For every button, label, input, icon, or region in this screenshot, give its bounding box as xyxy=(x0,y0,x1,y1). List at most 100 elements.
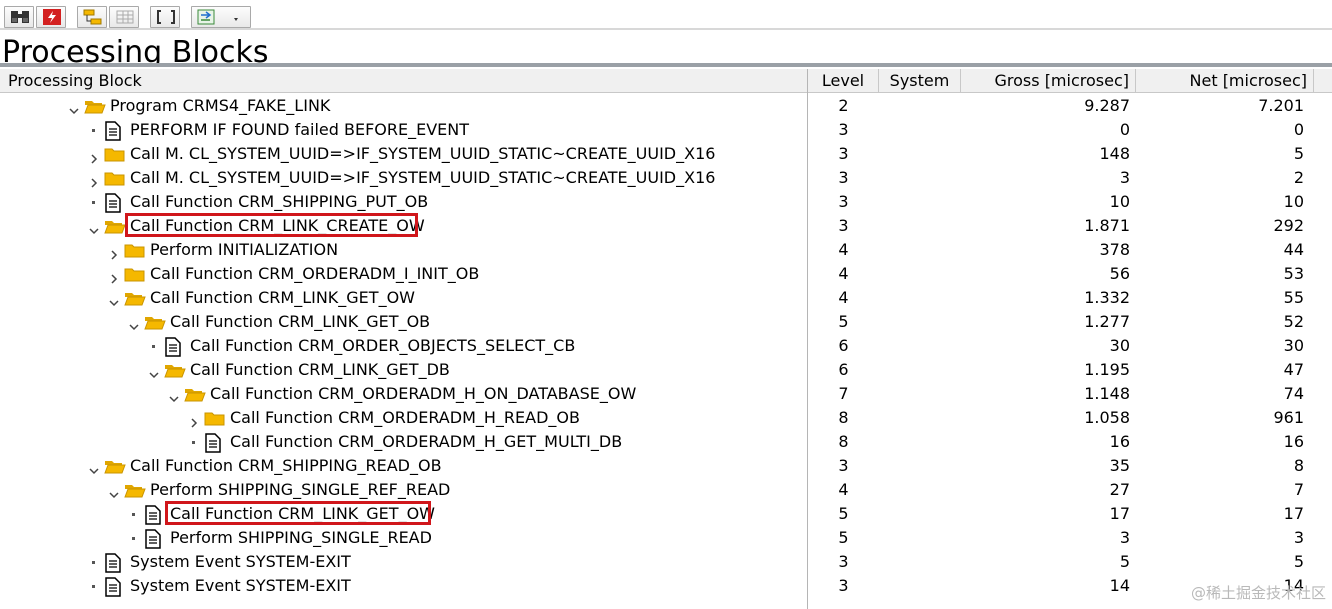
processing-block-label[interactable]: System Event SYSTEM-EXIT xyxy=(130,574,351,598)
processing-block-label[interactable]: System Event SYSTEM-EXIT xyxy=(130,550,351,574)
processing-block-label[interactable]: Call Function CRM_ORDERADM_I_INIT_OB xyxy=(150,262,479,286)
table-row[interactable]: Call Function CRM_LINK_GET_OW 5 17 17 xyxy=(0,501,1332,526)
net-cell: 5 xyxy=(1293,144,1304,163)
processing-block-label[interactable]: Call Function CRM_LINK_GET_OW xyxy=(170,502,435,526)
processing-block-label[interactable]: Call Function CRM_ORDERADM_H_READ_OB xyxy=(230,406,580,430)
processing-block-label[interactable]: Perform SHIPPING_SINGLE_READ xyxy=(170,526,432,550)
chevron-down-icon[interactable] xyxy=(129,317,139,331)
gross-cell: 9.287 xyxy=(1084,96,1130,115)
processing-block-label[interactable]: Call Function CRM_LINK_CREATE_OW xyxy=(130,214,425,238)
chevron-down-icon[interactable] xyxy=(69,101,79,115)
table-row[interactable]: Perform SHIPPING_SINGLE_READ 5 3 3 xyxy=(0,526,1332,550)
gross-cell: 148 xyxy=(1099,144,1130,163)
table-row[interactable]: Call Function CRM_LINK_CREATE_OW 3 1.871 29… xyxy=(0,213,1332,239)
chevron-right-icon[interactable] xyxy=(109,269,119,284)
delete-button[interactable] xyxy=(36,6,66,28)
page-title: Processing Blocks xyxy=(2,35,269,64)
column-header-level[interactable]: Level xyxy=(808,69,879,92)
grid-button[interactable] xyxy=(109,6,139,28)
processing-block-label[interactable]: Call Function CRM_SHIPPING_READ_OB xyxy=(130,454,442,478)
processing-block-label[interactable]: Call Function CRM_LINK_GET_OB xyxy=(170,310,430,334)
folder-open-icon xyxy=(124,289,146,311)
chevron-down-icon[interactable] xyxy=(89,461,99,475)
folder-icon xyxy=(104,169,126,191)
export-dropdown-icon xyxy=(197,9,238,25)
net-cell: 10 xyxy=(1283,192,1304,211)
table-row[interactable]: System Event SYSTEM-EXIT 3 14 14 xyxy=(0,574,1332,598)
processing-block-label[interactable]: Perform SHIPPING_SINGLE_REF_READ xyxy=(150,478,450,502)
gross-cell: 1.148 xyxy=(1084,384,1130,403)
table-row[interactable]: Call Function CRM_LINK_GET_OB 5 1.277 52 xyxy=(0,310,1332,334)
hierarchy-button[interactable] xyxy=(77,6,107,28)
level-cell: 8 xyxy=(838,408,849,427)
chevron-right-icon[interactable] xyxy=(109,245,119,260)
chevron-down-icon[interactable] xyxy=(109,293,119,307)
chevron-down-icon[interactable] xyxy=(89,221,99,235)
net-cell: 292 xyxy=(1273,216,1304,235)
table-row[interactable]: PERFORM IF FOUND failed BEFORE_EVENT 3 0 0 xyxy=(0,118,1332,142)
table-row[interactable]: Call Function CRM_LINK_GET_DB 6 1.195 47 xyxy=(0,358,1332,382)
processing-block-label[interactable]: Call M. CL_SYSTEM_UUID=>IF_SYSTEM_UUID_S… xyxy=(130,142,715,166)
table-row[interactable]: Call Function CRM_ORDERADM_I_INIT_OB 4 56 5… xyxy=(0,262,1332,286)
level-cell: 6 xyxy=(838,336,849,355)
table-row[interactable]: Call M. CL_SYSTEM_UUID=>IF_SYSTEM_UUID_S… xyxy=(0,166,1332,190)
chevron-down-icon[interactable] xyxy=(169,389,179,403)
processing-block-label[interactable]: Call M. CL_SYSTEM_UUID=>IF_SYSTEM_UUID_S… xyxy=(130,166,715,190)
column-header-system[interactable]: System xyxy=(879,69,961,92)
table-row[interactable]: Call Function CRM_SHIPPING_PUT_OB 3 10 10 xyxy=(0,190,1332,214)
level-cell: 3 xyxy=(838,144,849,163)
level-cell: 3 xyxy=(838,456,849,475)
column-header-net[interactable]: Net [microsec] xyxy=(1136,69,1314,92)
level-cell: 7 xyxy=(838,384,849,403)
net-cell: 2 xyxy=(1293,168,1304,187)
column-header-gross[interactable]: Gross [microsec] xyxy=(961,69,1136,92)
table-row[interactable]: Call Function CRM_ORDER_OBJECTS_SELECT_C… xyxy=(0,334,1332,358)
level-cell: 5 xyxy=(838,312,849,331)
table-row[interactable]: Call Function CRM_ORDERADM_H_READ_OB 8 1.0… xyxy=(0,406,1332,430)
net-cell: 7 xyxy=(1293,480,1304,499)
net-cell: 7.201 xyxy=(1258,96,1304,115)
tree-table: Program CRMS4_FAKE_LINK 2 9.287 7.201 PERFOR… xyxy=(0,94,1332,598)
table-row[interactable]: System Event SYSTEM-EXIT 3 5 5 xyxy=(0,550,1332,574)
processing-block-label[interactable]: Call Function CRM_LINK_GET_DB xyxy=(190,358,450,382)
gross-cell: 3 xyxy=(1119,168,1130,187)
processing-block-label[interactable]: Call Function CRM_ORDER_OBJECTS_SELECT_C… xyxy=(190,334,575,358)
processing-block-label[interactable]: Call Function CRM_LINK_GET_OW xyxy=(150,286,415,310)
processing-block-label[interactable]: Perform INITIALIZATION xyxy=(150,238,338,262)
find-button[interactable] xyxy=(4,6,34,28)
table-row[interactable]: Program CRMS4_FAKE_LINK 2 9.287 7.201 xyxy=(0,94,1332,118)
processing-block-label[interactable]: Call Function CRM_ORDERADM_H_GET_MULTI_D… xyxy=(230,430,622,454)
chevron-down-icon[interactable] xyxy=(149,365,159,379)
gross-cell: 1.058 xyxy=(1084,408,1130,427)
table-row[interactable]: Call Function CRM_ORDERADM_H_GET_MULTI_D… xyxy=(0,430,1332,454)
folder-open-icon xyxy=(104,217,126,239)
table-row[interactable]: Call Function CRM_SHIPPING_READ_OB 3 35 8 xyxy=(0,454,1332,478)
level-cell: 4 xyxy=(838,240,849,259)
column-header-processing-block[interactable]: Processing Block xyxy=(0,69,808,92)
gross-cell: 1.332 xyxy=(1084,288,1130,307)
processing-block-label[interactable]: Call Function CRM_ORDERADM_H_ON_DATABASE… xyxy=(210,382,636,406)
gross-cell: 35 xyxy=(1109,456,1130,475)
folder-icon xyxy=(104,145,126,167)
table-row[interactable]: Call Function CRM_ORDERADM_H_ON_DATABASE… xyxy=(0,382,1332,406)
chevron-right-icon[interactable] xyxy=(189,413,199,428)
folder-open-icon xyxy=(84,97,106,119)
chevron-right-icon[interactable] xyxy=(89,149,99,164)
net-cell: 74 xyxy=(1283,384,1304,403)
chevron-right-icon[interactable] xyxy=(89,173,99,188)
gross-cell: 17 xyxy=(1109,504,1130,523)
processing-block-label[interactable]: Program CRMS4_FAKE_LINK xyxy=(110,94,330,118)
table-row[interactable]: Perform SHIPPING_SINGLE_REF_READ 4 27 7 xyxy=(0,478,1332,502)
processing-block-label[interactable]: Call Function CRM_SHIPPING_PUT_OB xyxy=(130,190,428,214)
processing-block-label[interactable]: PERFORM IF FOUND failed BEFORE_EVENT xyxy=(130,118,469,142)
level-cell: 3 xyxy=(838,120,849,139)
grid-disabled-icon xyxy=(116,10,134,24)
brackets-button[interactable] xyxy=(150,6,180,28)
table-row[interactable]: Perform INITIALIZATION 4 378 44 xyxy=(0,238,1332,262)
document-icon xyxy=(104,577,122,601)
export-button[interactable] xyxy=(191,6,251,28)
table-row[interactable]: Call Function CRM_LINK_GET_OW 4 1.332 55 xyxy=(0,286,1332,310)
gross-cell: 0 xyxy=(1119,120,1130,139)
table-row[interactable]: Call M. CL_SYSTEM_UUID=>IF_SYSTEM_UUID_S… xyxy=(0,142,1332,166)
chevron-down-icon[interactable] xyxy=(109,485,119,499)
